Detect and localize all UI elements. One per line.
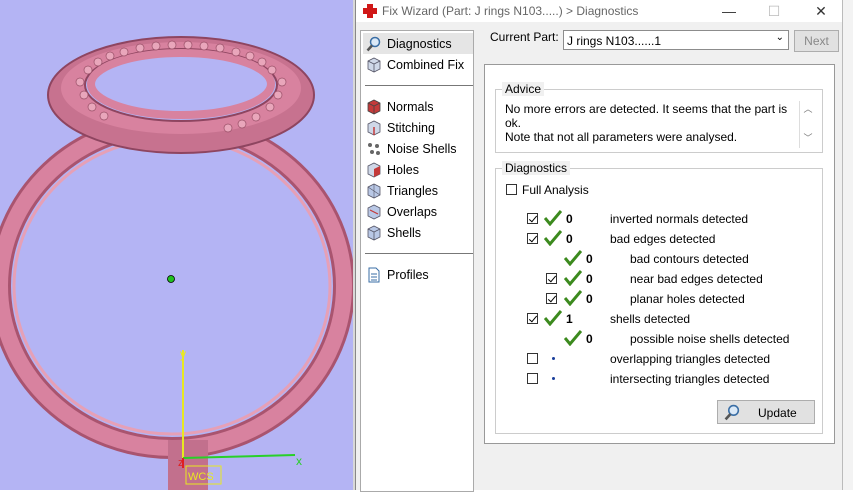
bad-contours-count: 0 xyxy=(586,252,593,266)
triangles-icon xyxy=(367,183,381,198)
ring-model: y x z WCS xyxy=(0,36,353,490)
nav-item-noise-shells[interactable]: Noise Shells xyxy=(363,138,473,159)
pending-dot-icon xyxy=(552,357,555,360)
background-window-edge xyxy=(842,0,853,490)
3d-viewport[interactable]: y x z WCS xyxy=(0,0,353,490)
stitching-icon xyxy=(367,120,381,135)
nav-item-holes[interactable]: Holes xyxy=(363,159,473,180)
wcs-label: WCS xyxy=(188,471,214,483)
maximize-button[interactable]: ☐ xyxy=(759,0,789,22)
minimize-button[interactable]: — xyxy=(714,0,744,22)
near-bad-edges-checkbox[interactable] xyxy=(546,273,557,284)
full-analysis-label: Full Analysis xyxy=(522,183,589,197)
green-check-icon xyxy=(544,230,562,246)
axis-z-label: z xyxy=(178,457,184,469)
current-part-select[interactable]: J rings N103......1 ⌄ xyxy=(563,30,789,50)
advice-title: Advice xyxy=(502,82,545,96)
chevron-down-icon: ⌄ xyxy=(775,32,784,43)
noise-shells-icon xyxy=(368,142,380,155)
intersecting-triangles-label: intersecting triangles detected xyxy=(610,372,770,386)
magnifier-icon xyxy=(724,404,740,421)
bad-edges-label: bad edges detected xyxy=(610,232,716,246)
nav-item-profiles[interactable]: Profiles xyxy=(363,264,473,285)
shells-count: 1 xyxy=(566,312,573,326)
inverted-normals-count: 0 xyxy=(566,212,573,226)
planar-holes-checkbox[interactable] xyxy=(546,293,557,304)
axis-y-label: y xyxy=(180,347,186,361)
wizard-nav: Diagnostics Combined Fix Normals Stitchi… xyxy=(360,30,474,492)
shells-checkbox[interactable] xyxy=(527,313,538,324)
overlaps-icon xyxy=(367,204,381,219)
near-bad-edges-count: 0 xyxy=(586,272,593,286)
advice-line-1: No more errors are detected. It seems th… xyxy=(505,102,788,130)
current-part-value: J rings N103......1 xyxy=(567,34,662,48)
planar-holes-label: planar holes detected xyxy=(630,292,745,306)
title-bar[interactable]: Fix Wizard (Part: J rings N103.....) > D… xyxy=(356,0,842,22)
fix-wizard-window: Fix Wizard (Part: J rings N103.....) > D… xyxy=(355,0,842,492)
update-button[interactable]: Update xyxy=(717,400,815,424)
normals-icon xyxy=(367,99,381,114)
nav-item-triangles[interactable]: Triangles xyxy=(363,180,473,201)
green-check-icon xyxy=(544,310,562,326)
nav-item-normals[interactable]: Normals xyxy=(363,96,473,117)
green-check-icon xyxy=(564,330,582,346)
close-button[interactable]: ✕ xyxy=(806,0,836,22)
cube-icon xyxy=(367,57,381,72)
nav-item-combined-fix[interactable]: Combined Fix xyxy=(363,54,473,75)
overlapping-triangles-label: overlapping triangles detected xyxy=(610,352,771,366)
fix-wizard-cross-icon xyxy=(363,4,377,18)
planar-holes-count: 0 xyxy=(586,292,593,306)
nav-item-diagnostics[interactable]: Diagnostics xyxy=(363,33,473,54)
advice-text: No more errors are detected. It seems th… xyxy=(505,102,795,144)
full-analysis-checkbox[interactable] xyxy=(506,184,517,195)
green-check-icon xyxy=(544,210,562,226)
next-button[interactable]: Next xyxy=(794,30,839,52)
nav-separator xyxy=(365,85,473,86)
overlapping-triangles-checkbox[interactable] xyxy=(527,353,538,364)
advice-line-2: Note that not all parameters were analys… xyxy=(505,130,738,144)
noise-shells-count: 0 xyxy=(586,332,593,346)
nav-item-stitching[interactable]: Stitching xyxy=(363,117,473,138)
scroll-down-icon[interactable]: ﹀ xyxy=(800,130,816,146)
window-title: Fix Wizard (Part: J rings N103.....) > D… xyxy=(382,4,639,18)
diagnostics-title: Diagnostics xyxy=(502,161,571,175)
near-bad-edges-label: near bad edges detected xyxy=(630,272,763,286)
update-label: Update xyxy=(758,406,797,420)
axis-x-label: x xyxy=(296,454,302,468)
pending-dot-icon xyxy=(552,377,555,380)
green-check-icon xyxy=(564,250,582,266)
advice-scrollbar[interactable]: ︿ ﹀ xyxy=(799,101,816,148)
shells-icon xyxy=(367,225,381,240)
nav-item-shells[interactable]: Shells xyxy=(363,222,473,243)
nav-item-overlaps[interactable]: Overlaps xyxy=(363,201,473,222)
intersecting-triangles-checkbox[interactable] xyxy=(527,373,538,384)
current-part-label: Current Part: xyxy=(490,30,559,44)
nav-separator xyxy=(365,253,473,254)
green-check-icon xyxy=(564,290,582,306)
magnifier-icon xyxy=(366,36,381,51)
bad-contours-label: bad contours detected xyxy=(630,252,749,266)
holes-icon xyxy=(367,162,381,177)
green-check-icon xyxy=(564,270,582,286)
noise-shells-label: possible noise shells detected xyxy=(630,332,790,346)
inverted-normals-label: inverted normals detected xyxy=(610,212,749,226)
document-icon xyxy=(368,267,380,282)
inverted-normals-checkbox[interactable] xyxy=(527,213,538,224)
scroll-up-icon[interactable]: ︿ xyxy=(800,101,816,117)
bad-edges-count: 0 xyxy=(566,232,573,246)
shells-label: shells detected xyxy=(610,312,691,326)
bad-edges-checkbox[interactable] xyxy=(527,233,538,244)
